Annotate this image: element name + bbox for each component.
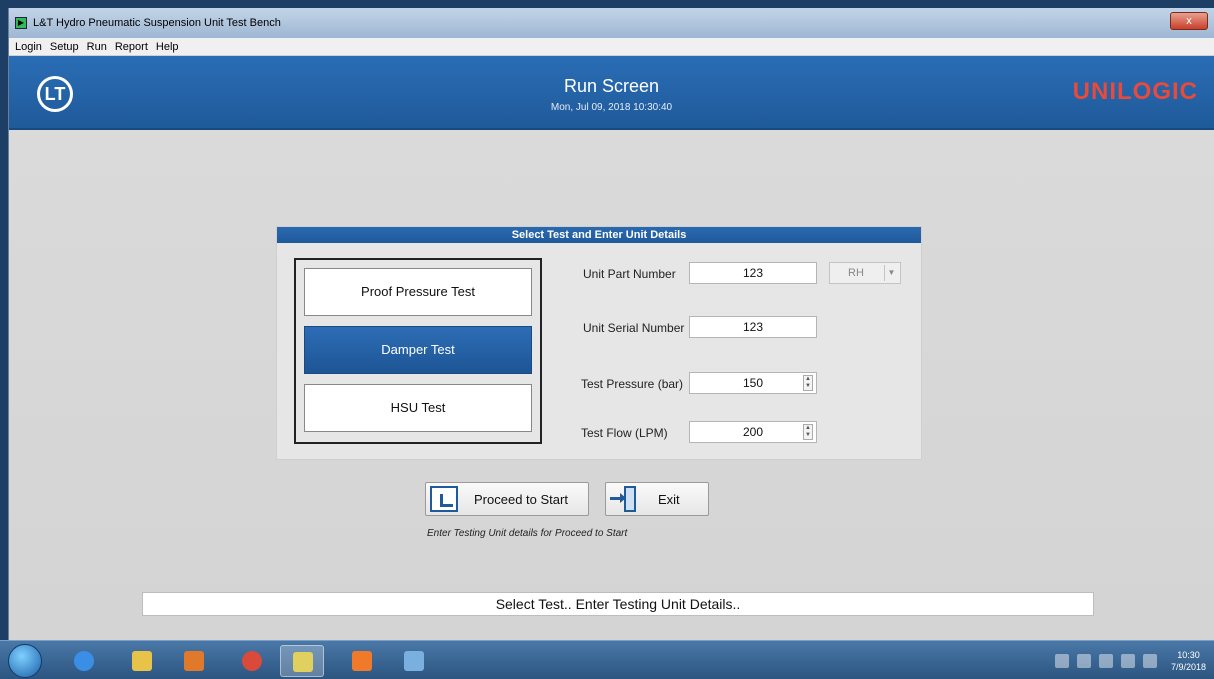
clock-time: 10:30 bbox=[1177, 650, 1200, 660]
tray-clock[interactable]: 10:30 7/9/2018 bbox=[1171, 649, 1206, 673]
test-pressure-value: 150 bbox=[742, 376, 764, 390]
exit-button[interactable]: Exit bbox=[605, 482, 709, 516]
side-select[interactable]: RH ▼ bbox=[829, 262, 901, 284]
side-select-value: RH bbox=[848, 267, 864, 279]
test-flow-label: Test Flow (LPM) bbox=[581, 426, 668, 440]
app-window: ▶ L&T Hydro Pneumatic Suspension Unit Te… bbox=[8, 8, 1214, 640]
exit-button-label: Exit bbox=[658, 492, 680, 507]
part-number-input[interactable]: 123 bbox=[689, 262, 817, 284]
header-banner: LT Run Screen Mon, Jul 09, 2018 10:30:40… bbox=[9, 56, 1214, 130]
serial-number-label: Unit Serial Number bbox=[583, 321, 685, 335]
tray-flag-icon[interactable] bbox=[1120, 654, 1135, 668]
menu-login[interactable]: Login bbox=[15, 41, 42, 53]
proceed-arrow-icon bbox=[430, 486, 458, 512]
title-bar[interactable]: ▶ L&T Hydro Pneumatic Suspension Unit Te… bbox=[9, 8, 1214, 38]
proceed-to-start-button[interactable]: Proceed to Start bbox=[425, 482, 589, 516]
header-datetime: Mon, Jul 09, 2018 10:30:40 bbox=[550, 102, 673, 113]
taskbar-paint-icon[interactable] bbox=[392, 645, 436, 677]
menu-setup[interactable]: Setup bbox=[50, 41, 79, 53]
taskbar-explorer-icon[interactable] bbox=[120, 645, 164, 677]
taskbar-ie-icon[interactable] bbox=[62, 645, 106, 677]
main-content: Select Test and Enter Unit Details Proof… bbox=[9, 130, 1214, 640]
close-button[interactable]: x bbox=[1170, 12, 1208, 30]
page-title: Run Screen bbox=[563, 76, 660, 96]
tray-network-icon[interactable] bbox=[1076, 654, 1091, 668]
clock-date: 7/9/2018 bbox=[1170, 662, 1206, 672]
taskbar-chrome-icon[interactable] bbox=[230, 645, 274, 677]
start-button-icon[interactable] bbox=[8, 644, 42, 678]
chevron-down-icon[interactable]: ▼ bbox=[884, 265, 898, 281]
menu-help[interactable]: Help bbox=[156, 41, 179, 53]
window-title: L&T Hydro Pneumatic Suspension Unit Test… bbox=[33, 17, 281, 29]
test-type-group: Proof Pressure Test Damper Test HSU Test bbox=[294, 258, 542, 444]
unilogic-logo: UNILOGIC bbox=[1072, 78, 1198, 105]
windows-taskbar: 10:30 7/9/2018 bbox=[0, 640, 1214, 679]
tray-volume-icon[interactable] bbox=[1098, 654, 1113, 668]
taskbar-app-icon[interactable] bbox=[340, 645, 384, 677]
test-pressure-input[interactable]: 150 ▲ ▼ bbox=[689, 372, 817, 394]
app-icon: ▶ bbox=[15, 17, 27, 29]
flow-spinner-icon[interactable]: ▲ ▼ bbox=[803, 424, 813, 440]
taskbar-media-icon[interactable] bbox=[172, 645, 216, 677]
hsu-test-button[interactable]: HSU Test bbox=[304, 384, 532, 432]
test-pressure-label: Test Pressure (bar) bbox=[581, 377, 684, 391]
damper-test-button[interactable]: Damper Test bbox=[304, 326, 532, 374]
taskbar-labview-icon[interactable] bbox=[280, 645, 324, 677]
hint-text: Enter Testing Unit details for Proceed t… bbox=[427, 528, 628, 539]
proof-pressure-test-button[interactable]: Proof Pressure Test bbox=[304, 268, 532, 316]
panel-title: Select Test and Enter Unit Details bbox=[277, 227, 921, 243]
menu-bar: Login Setup Run Report Help bbox=[9, 38, 1214, 56]
tray-power-icon[interactable] bbox=[1142, 654, 1157, 668]
test-flow-input[interactable]: 200 ▲ ▼ bbox=[689, 421, 817, 443]
part-number-label: Unit Part Number bbox=[583, 267, 676, 281]
menu-report[interactable]: Report bbox=[115, 41, 148, 53]
test-selection-panel: Select Test and Enter Unit Details Proof… bbox=[276, 226, 922, 460]
status-bar: Select Test.. Enter Testing Unit Details… bbox=[142, 592, 1094, 616]
pressure-spinner-icon[interactable]: ▲ ▼ bbox=[803, 375, 813, 391]
menu-run[interactable]: Run bbox=[87, 41, 107, 53]
proceed-button-label: Proceed to Start bbox=[474, 492, 568, 507]
tray-arrow-icon[interactable] bbox=[1054, 654, 1069, 668]
serial-number-input[interactable]: 123 bbox=[689, 316, 817, 338]
test-flow-value: 200 bbox=[742, 425, 764, 439]
exit-door-icon bbox=[610, 486, 638, 512]
system-tray: 10:30 7/9/2018 bbox=[1054, 645, 1206, 677]
